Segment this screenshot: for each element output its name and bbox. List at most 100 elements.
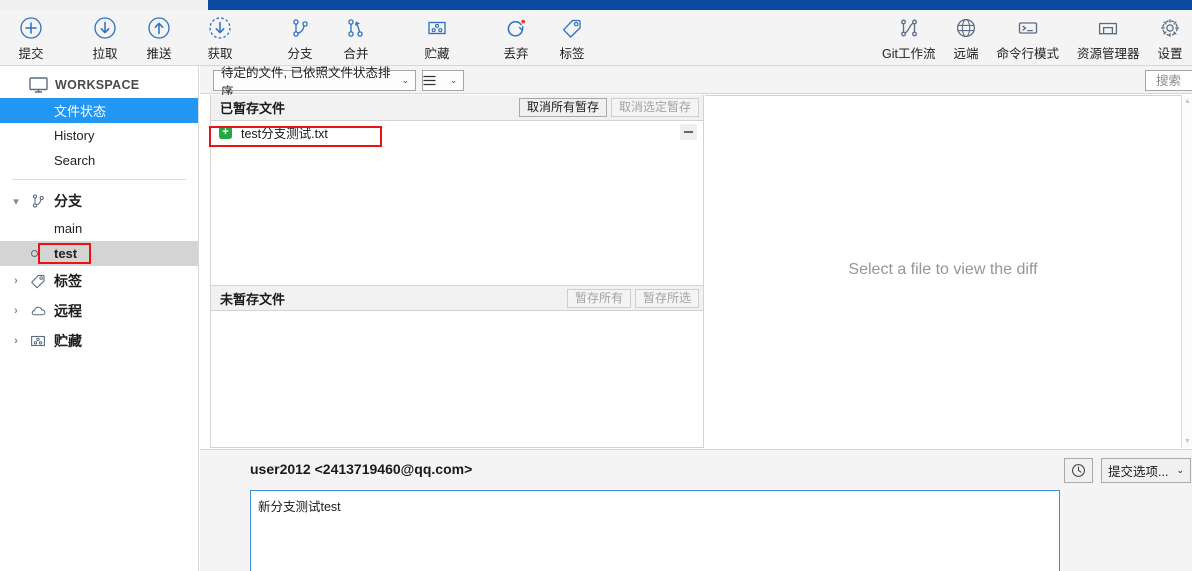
view-mode-dropdown[interactable]: ⌄ bbox=[422, 70, 464, 91]
scroll-up-arrow-icon[interactable]: ▲ bbox=[1183, 97, 1192, 106]
file-list-panel: 已暂存文件 取消所有暂存 取消选定暂存 + test分支测试.txt 未暂存文件… bbox=[210, 95, 704, 448]
sidebar-group-stashes[interactable]: › 贮藏 bbox=[0, 326, 198, 356]
stage-selected-button[interactable]: 暂存所选 bbox=[634, 288, 699, 308]
settings-button-label: 设置 bbox=[1157, 47, 1183, 61]
sidebar-item-history[interactable]: History bbox=[0, 123, 198, 148]
chevron-down-icon: ⌄ bbox=[449, 75, 458, 85]
list-view-icon bbox=[423, 75, 444, 86]
commit-message-input[interactable]: 新分支测试test bbox=[250, 490, 1060, 571]
fetch-button-label: 获取 bbox=[207, 47, 233, 61]
chevron-right-icon[interactable]: › bbox=[10, 305, 22, 317]
unstaged-section-header: 未暂存文件 暂存所有 暂存所选 bbox=[211, 285, 703, 311]
discard-button[interactable]: 丢弃 bbox=[489, 10, 543, 66]
globe-icon bbox=[954, 15, 978, 41]
main-toolbar: 提交 拉取 推送 获取 分支 合并 贮藏 丢弃 标签 Git工作流 远端 命令行… bbox=[0, 10, 1192, 66]
stash-icon bbox=[425, 15, 449, 41]
unstaged-file-list[interactable] bbox=[211, 311, 703, 446]
branch-icon bbox=[29, 192, 47, 210]
file-status-added-icon: + bbox=[219, 125, 232, 139]
merge-button[interactable]: 合并 bbox=[329, 10, 383, 66]
remote-button-label: 远端 bbox=[953, 47, 979, 61]
unstage-selected-button[interactable]: 取消选定暂存 bbox=[610, 98, 699, 117]
toolbar-group-left: 提交 拉取 推送 bbox=[4, 10, 186, 66]
staged-file-list[interactable]: + test分支测试.txt bbox=[211, 121, 703, 285]
unstaged-section-title: 未暂存文件 bbox=[220, 291, 286, 307]
search-input[interactable] bbox=[1154, 72, 1192, 89]
diff-vertical-scrollbar[interactable]: ▲ ▼ bbox=[1181, 95, 1192, 448]
tag-icon bbox=[560, 15, 584, 41]
commit-history-button[interactable] bbox=[1064, 458, 1093, 483]
commit-options-button[interactable]: 提交选项... ⌄ bbox=[1101, 458, 1191, 483]
stage-all-button[interactable]: 暂存所有 bbox=[566, 288, 631, 308]
sidebar-item-file-status[interactable]: 文件状态 bbox=[0, 98, 198, 123]
window-titlebar bbox=[208, 0, 1192, 10]
sidebar-item-label: History bbox=[54, 128, 95, 143]
sidebar-branch-label: main bbox=[54, 221, 83, 236]
branch-icon bbox=[288, 15, 312, 41]
commit-author: user2012 <2413719460@qq.com> bbox=[250, 461, 473, 477]
discard-button-label: 丢弃 bbox=[503, 47, 529, 61]
plus-circle-icon bbox=[19, 15, 43, 41]
table-row[interactable]: + test分支测试.txt bbox=[211, 121, 703, 143]
search-box[interactable] bbox=[1145, 70, 1192, 91]
unstage-file-button[interactable] bbox=[680, 124, 697, 140]
sidebar-group-tags[interactable]: › 标签 bbox=[0, 266, 198, 296]
diff-empty-message: Select a file to view the diff bbox=[848, 261, 1038, 278]
explorer-button-label: 资源管理器 bbox=[1077, 47, 1140, 61]
monitor-icon bbox=[29, 76, 48, 93]
sidebar-branch-test[interactable]: test bbox=[0, 241, 198, 266]
branch-button-label: 分支 bbox=[287, 47, 313, 61]
explorer-button[interactable]: 资源管理器 bbox=[1068, 10, 1149, 66]
sidebar-item-search[interactable]: Search bbox=[0, 148, 198, 173]
git-flow-button[interactable]: Git工作流 bbox=[873, 10, 944, 66]
tab-indicator bbox=[186, 1, 202, 7]
arrow-down-dashed-circle-icon bbox=[208, 15, 232, 41]
sort-mode-dropdown[interactable]: 待定的文件, 已依照文件状态排序 ⌄ bbox=[213, 66, 416, 99]
arrow-up-circle-icon bbox=[147, 15, 171, 41]
branch-button[interactable]: 分支 bbox=[273, 10, 327, 66]
stash-button[interactable]: 贮藏 bbox=[410, 10, 464, 66]
app-window: 提交 拉取 推送 获取 分支 合并 贮藏 丢弃 标签 Git工作流 远端 命令行… bbox=[0, 0, 1192, 571]
merge-icon bbox=[344, 15, 368, 41]
commit-area: user2012 <2413719460@qq.com> 提交选项... ⌄ 新… bbox=[200, 449, 1192, 571]
sidebar-branch-main[interactable]: main bbox=[0, 216, 198, 241]
commit-button-label: 提交 bbox=[18, 47, 44, 61]
staged-section-title: 已暂存文件 bbox=[220, 101, 286, 116]
unstage-all-button[interactable]: 取消所有暂存 bbox=[518, 98, 607, 117]
push-button-label: 推送 bbox=[146, 47, 172, 61]
pull-button-label: 拉取 bbox=[92, 47, 118, 61]
chevron-right-icon[interactable]: › bbox=[10, 275, 22, 287]
file-name: test分支测试.txt bbox=[241, 126, 328, 141]
sidebar-group-branches[interactable]: ▾ 分支 bbox=[0, 186, 198, 216]
sidebar: WORKSPACE 文件状态 History Search ▾ 分支 main … bbox=[0, 66, 199, 571]
tag-button[interactable]: 标签 bbox=[545, 10, 599, 66]
chevron-down-icon[interactable]: ▾ bbox=[10, 195, 22, 208]
sidebar-group-label: 分支 bbox=[54, 193, 82, 209]
git-flow-button-label: Git工作流 bbox=[882, 47, 936, 61]
chevron-down-icon: ⌄ bbox=[1176, 465, 1184, 475]
remote-button[interactable]: 远端 bbox=[944, 10, 987, 66]
merge-button-label: 合并 bbox=[343, 47, 369, 61]
scroll-down-arrow-icon[interactable]: ▼ bbox=[1183, 437, 1192, 446]
sidebar-group-remotes[interactable]: › 远程 bbox=[0, 296, 198, 326]
toolbar-group-mid: 获取 分支 合并 贮藏 丢弃 标签 bbox=[193, 10, 599, 66]
tag-icon bbox=[29, 272, 47, 290]
chevron-down-icon: ⌄ bbox=[401, 75, 410, 85]
commit-button[interactable]: 提交 bbox=[4, 10, 58, 66]
workspace-header[interactable]: WORKSPACE bbox=[0, 71, 198, 98]
terminal-button[interactable]: 命令行模式 bbox=[988, 10, 1069, 66]
fetch-button[interactable]: 获取 bbox=[193, 10, 247, 66]
current-branch-dot-icon bbox=[31, 250, 38, 257]
staged-section-header: 已暂存文件 取消所有暂存 取消选定暂存 bbox=[211, 95, 703, 121]
pull-button[interactable]: 拉取 bbox=[78, 10, 132, 66]
gear-icon bbox=[1158, 15, 1182, 41]
git-flow-icon bbox=[897, 15, 921, 41]
push-button[interactable]: 推送 bbox=[132, 10, 186, 66]
stash-icon bbox=[29, 332, 47, 350]
settings-button[interactable]: 设置 bbox=[1149, 10, 1192, 66]
chevron-right-icon[interactable]: › bbox=[10, 335, 22, 347]
sidebar-branch-label: test bbox=[54, 246, 78, 261]
diff-panel: Select a file to view the diff bbox=[705, 95, 1181, 448]
titlebar-left-gap bbox=[0, 0, 208, 10]
sidebar-group-label: 贮藏 bbox=[54, 333, 82, 349]
